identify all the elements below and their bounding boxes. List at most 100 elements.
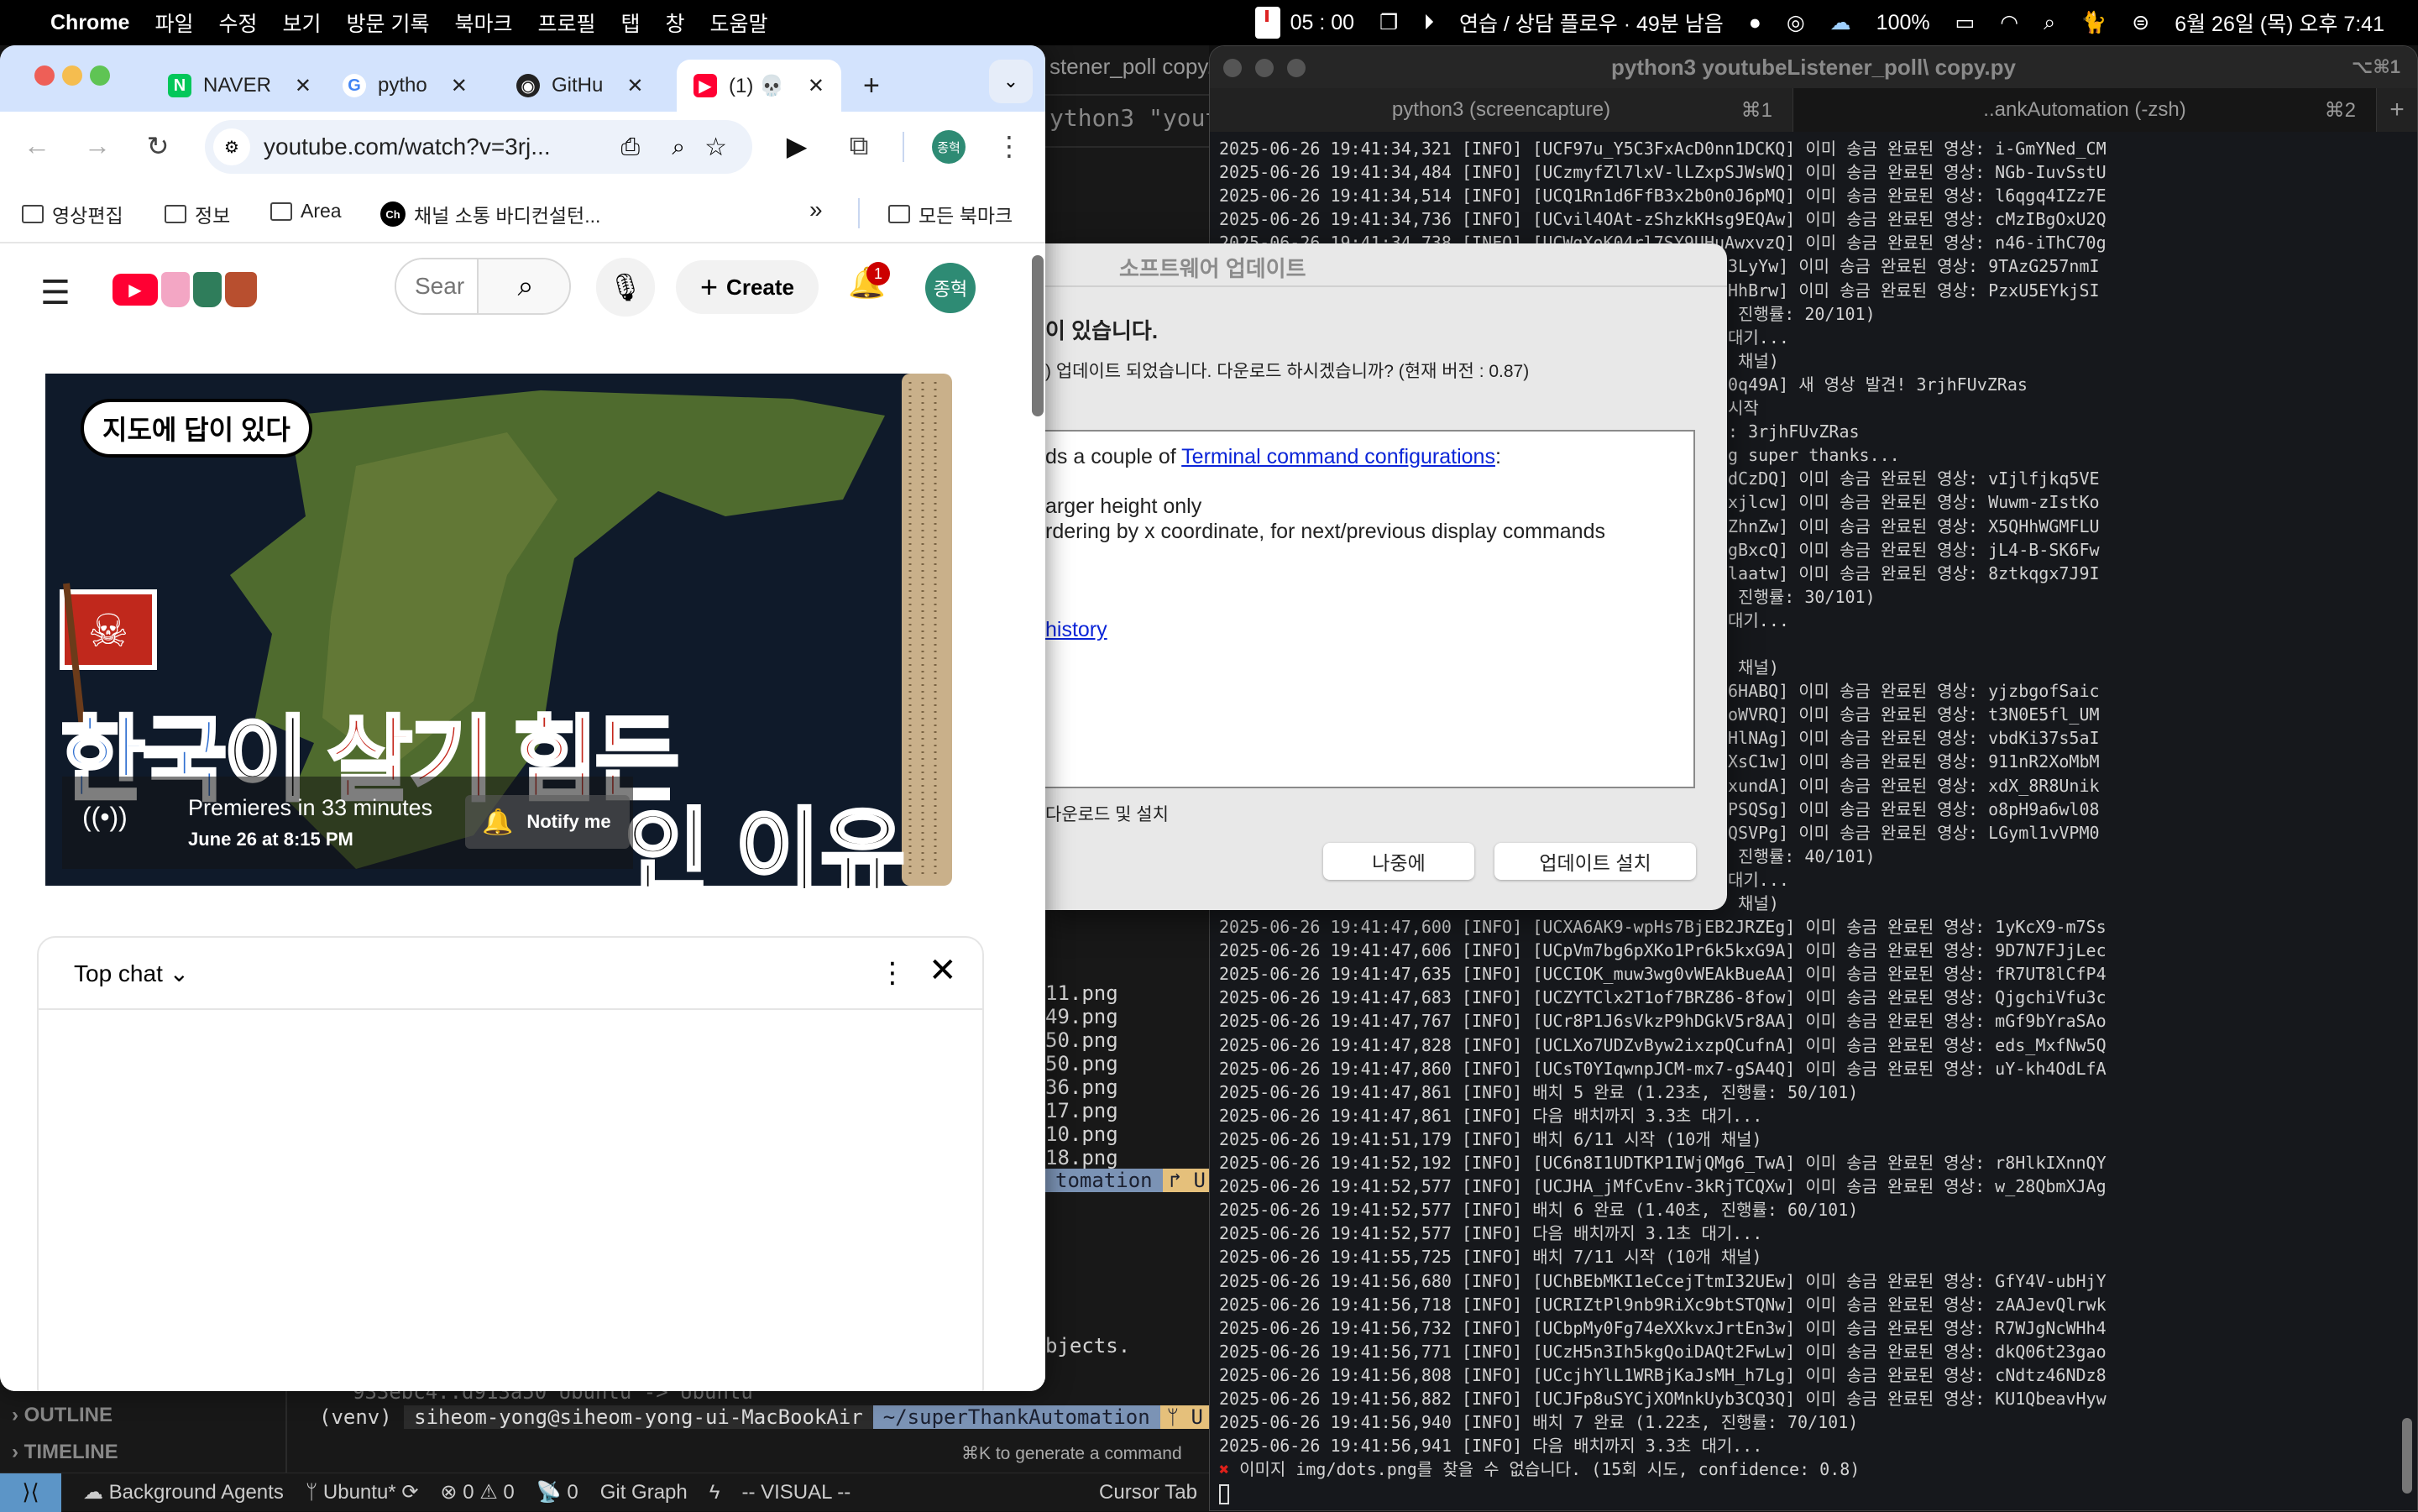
play-circle-icon[interactable]: ⏵	[1423, 11, 1434, 35]
battery-icon[interactable]: ▭	[1955, 10, 1976, 35]
video-player-thumbnail[interactable]: ☠ 지도에 답이 있다 한국이 살기 힘든 인 이유 ((•)) Premier…	[37, 365, 986, 897]
bookmark-folder[interactable]: Area	[270, 200, 342, 222]
close-tab-icon: ✕	[450, 74, 468, 97]
battery-percent[interactable]: 100%	[1876, 11, 1930, 35]
menu-item[interactable]: 수정	[218, 8, 257, 38]
url-text[interactable]: youtube.com/watch?v=3rj...	[264, 133, 551, 160]
minimize-button[interactable]	[62, 65, 82, 86]
chat-mode-dropdown[interactable]: Top chat ⌄	[74, 960, 189, 987]
weather-icon[interactable]: ☁	[1830, 10, 1851, 35]
timeline-section[interactable]: › TIMELINE	[12, 1441, 118, 1464]
close-chat-icon[interactable]: ✕	[929, 951, 957, 990]
menu-item[interactable]: 파일	[154, 8, 193, 38]
tab-youtube[interactable]: ▶ (1) 💀 ✕	[677, 60, 841, 112]
lightning-icon[interactable]: ϟ	[709, 1481, 720, 1504]
speech-bubble: 지도에 답이 있다	[81, 399, 312, 458]
terminal-line: 2025-06-26 19:41:47,861 [INFO] 다음 배치까지 3…	[1219, 1105, 1763, 1126]
tab-search-chevron-icon[interactable]: ⌄	[989, 60, 1033, 103]
account-avatar[interactable]: 종혁	[925, 263, 976, 313]
terminal-tabs: python3 (screencapture) ⌘1 ..ankAutomatio…	[1210, 88, 2417, 132]
airdrop-icon[interactable]: ◎	[1787, 10, 1805, 35]
menu-item[interactable]: 탭	[621, 8, 641, 38]
branch-indicator[interactable]: ᛘ Ubuntu* ⟳	[306, 1480, 419, 1504]
dialog-message: ) 업데이트 되었습니다. 다운로드 하시겠습니까? (현재 버전 : 0.87…	[1045, 362, 1530, 381]
cursor-tab-button[interactable]: Cursor Tab	[1099, 1481, 1197, 1504]
git-graph-button[interactable]: Git Graph	[600, 1481, 688, 1504]
ports-indicator[interactable]: 📡 0	[536, 1480, 578, 1504]
zoom-button[interactable]	[90, 65, 110, 86]
youtube-icon: ▶	[113, 274, 158, 306]
hamburger-menu-icon[interactable]: ☰	[40, 274, 71, 312]
search-icon[interactable]: ⌕	[477, 259, 569, 313]
terminal-config-link[interactable]: Terminal command configurations	[1181, 445, 1495, 468]
menu-icon[interactable]: ⋮	[992, 130, 1026, 162]
close-button[interactable]	[1223, 59, 1242, 77]
menu-item[interactable]: 방문 기록	[347, 8, 430, 38]
reload-icon[interactable]: ↻	[141, 130, 175, 162]
chat-more-icon[interactable]: ⋮	[878, 956, 907, 990]
voice-search-icon[interactable]: 🎙	[596, 258, 655, 317]
menu-item[interactable]: 프로필	[537, 8, 595, 38]
terminal-tab-1[interactable]: python3 (screencapture) ⌘1	[1210, 88, 1793, 132]
app-menu[interactable]: Chrome	[50, 11, 129, 35]
background-agents[interactable]: ☁ Background Agents	[83, 1480, 284, 1504]
install-update-button[interactable]: 업데이트 설치	[1494, 843, 1696, 880]
remote-icon[interactable]: ⟩⟨	[0, 1473, 61, 1512]
forward-icon[interactable]: →	[81, 130, 114, 161]
search-box[interactable]: ⌕	[395, 258, 571, 315]
outline-section[interactable]: › OUTLINE	[12, 1404, 113, 1427]
notify-me-button[interactable]: 🔔 Notify me	[465, 795, 630, 849]
control-center-icon[interactable]: ⊜	[2132, 10, 2149, 35]
tab-naver[interactable]: N NAVER ✕	[168, 60, 311, 112]
address-bar[interactable]: ⚙ youtube.com/watch?v=3rj... ⎙ ⌕ ☆	[205, 120, 752, 174]
more-bookmarks-button[interactable]: »	[809, 196, 823, 223]
back-icon[interactable]: ←	[20, 130, 54, 161]
auto-install-checkbox-label[interactable]: 다운로드 및 설치	[1045, 801, 1169, 826]
search-input[interactable]	[396, 259, 477, 313]
tab-google[interactable]: Gpytho ✕	[343, 60, 468, 112]
bookmark-link[interactable]: Ch 채널 소통 바디컨설턴...	[380, 200, 600, 228]
tab-strip: N NAVER ✕ Gpytho ✕ ◉ GitHu ✕ ▶ (1) 💀 ✕ + ⌄	[0, 45, 1045, 112]
zoom-icon[interactable]: ⌕	[672, 133, 685, 161]
later-button[interactable]: 나중에	[1323, 843, 1474, 880]
zoom-button[interactable]	[1287, 59, 1306, 77]
menu-item[interactable]: 북마크	[454, 8, 512, 38]
terminal-output-line: 10.png	[1045, 1122, 1118, 1146]
extensions-icon[interactable]: ⧉	[842, 130, 876, 162]
close-button[interactable]	[34, 65, 55, 86]
install-app-icon[interactable]: ⎙	[621, 133, 640, 161]
menu-item[interactable]: 창	[666, 8, 685, 38]
bookmark-star-icon[interactable]: ☆	[704, 133, 727, 162]
tab-github[interactable]: ◉ GitHu ✕	[516, 60, 643, 112]
runcat-icon[interactable]: 🐈	[2080, 11, 2107, 35]
timer[interactable]: 05 : 00	[1254, 7, 1354, 39]
focus-status[interactable]: 연습 / 상담 플로우 · 49분 남음	[1459, 8, 1724, 38]
page-scrollbar[interactable]	[1032, 255, 1044, 416]
all-bookmarks-folder[interactable]: 모든 북마크	[888, 200, 1013, 228]
window-icon[interactable]: ❐	[1379, 10, 1398, 35]
live-chat-panel: Top chat ⌄ ⋮ ✕	[37, 936, 984, 1391]
wifi-icon[interactable]: ◠	[2000, 10, 2018, 35]
terminal-cursor[interactable]	[1219, 1483, 1229, 1504]
youtube-logo[interactable]: ▶	[113, 272, 257, 307]
bookmark-folder[interactable]: 정보	[165, 200, 230, 228]
new-tab-button[interactable]: +	[863, 60, 880, 112]
profile-avatar[interactable]: 종혁	[932, 130, 966, 164]
terminal-output-line: 50.png	[1045, 1052, 1118, 1075]
terminal-tab-2[interactable]: ..ankAutomation (-zsh) ⌘2	[1793, 88, 2377, 132]
create-button[interactable]: + Create	[676, 260, 819, 314]
minimize-button[interactable]	[1255, 59, 1274, 77]
menu-item[interactable]: 도움말	[710, 8, 768, 38]
clock[interactable]: 6월 26일 (목) 오후 7:41	[2175, 8, 2384, 38]
new-tab-button[interactable]: +	[2377, 88, 2417, 132]
bookmark-folder[interactable]: 영상편집	[22, 200, 123, 228]
menu-item[interactable]: 보기	[283, 8, 322, 38]
editor-tab[interactable]: stener_poll copy.py	[1049, 54, 1236, 80]
release-notes: ds a couple of Terminal command configur…	[1045, 430, 1695, 788]
ghost-icon[interactable]: ●	[1749, 11, 1761, 35]
terminal-scrollbar[interactable]	[2402, 1418, 2412, 1494]
problems-indicator[interactable]: ⊗ 0 ⚠ 0	[440, 1480, 514, 1504]
spotlight-search-icon[interactable]: ⌕	[2044, 11, 2055, 35]
history-link[interactable]: history	[1045, 618, 1107, 641]
media-play-icon[interactable]: ▶	[780, 130, 814, 162]
